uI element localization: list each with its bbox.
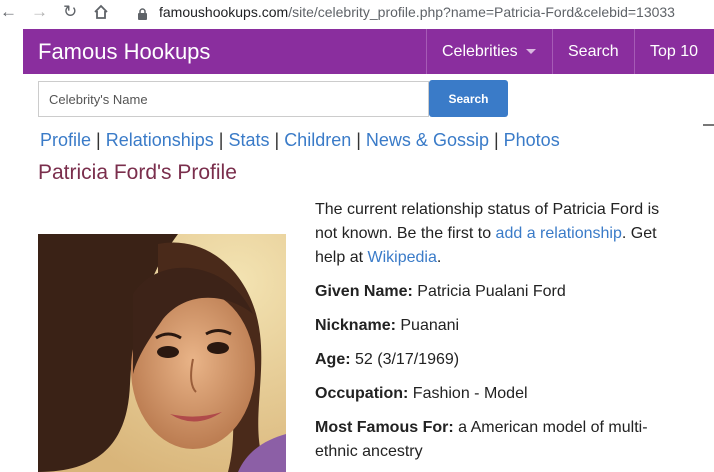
field-label: Occupation:	[315, 385, 409, 402]
nav-celebrities[interactable]: Celebrities	[426, 29, 553, 74]
home-icon[interactable]	[93, 4, 109, 25]
tab-separator: |	[493, 130, 499, 150]
caret-down-icon	[525, 49, 536, 55]
tab-separator: |	[274, 130, 280, 150]
url-path: /site/celebrity_profile.php?name=Patrici…	[288, 4, 675, 20]
back-arrow-icon[interactable]: ←	[0, 2, 17, 22]
nav-top10-label: Top 10	[650, 43, 699, 60]
field-occupation: Occupation: Fashion - Model	[315, 382, 675, 406]
nav-celebrities-label: Celebrities	[442, 43, 518, 60]
celebrity-search-input[interactable]	[38, 81, 429, 117]
tab-relationships[interactable]: Relationships	[106, 130, 214, 150]
relationship-status: The current relationship status of Patri…	[315, 198, 675, 270]
tab-children[interactable]: Children	[284, 130, 351, 150]
tab-photos[interactable]: Photos	[504, 130, 560, 150]
tab-profile[interactable]: Profile	[40, 130, 91, 150]
nav-search-label: Search	[568, 43, 619, 60]
tab-news-gossip[interactable]: News & Gossip	[366, 130, 489, 150]
field-value: Fashion - Model	[412, 385, 528, 402]
tab-separator: |	[356, 130, 361, 150]
tab-separator: |	[218, 130, 224, 150]
field-label: Given Name:	[315, 283, 413, 300]
profile-details: The current relationship status of Patri…	[315, 198, 675, 464]
forward-arrow-icon[interactable]: →	[31, 2, 48, 22]
profile-photo	[38, 234, 286, 472]
reload-icon[interactable]: ↻	[63, 2, 77, 22]
site-navbar: Famous Hookups Celebrities Search Top 10	[23, 29, 714, 74]
site-brand[interactable]: Famous Hookups	[38, 39, 210, 65]
address-bar[interactable]: famoushookups.com/site/celebrity_profile…	[159, 4, 675, 20]
wikipedia-link[interactable]: Wikipedia	[367, 249, 436, 266]
field-label: Most Famous For:	[315, 419, 454, 436]
tab-separator: |	[96, 130, 101, 150]
browser-toolbar: ← → ↻ famoushookups.com/site/celebrity_p…	[0, 0, 714, 26]
collapse-dash-icon[interactable]	[703, 124, 714, 126]
profile-tabs: Profile | Relationships | Stats | Children | New…	[40, 130, 560, 151]
field-value: Puanani	[400, 317, 460, 334]
field-nickname: Nickname: Puanani	[315, 314, 675, 338]
field-age: Age: 52 (3/17/1969)	[315, 348, 675, 372]
field-label: Nickname:	[315, 317, 396, 334]
page-title: Patricia Ford's Profile	[38, 161, 237, 184]
url-host: famoushookups.com	[159, 4, 289, 20]
field-value: Patricia Pualani Ford	[417, 283, 566, 300]
field-most-famous-for: Most Famous For: a American model of mul…	[315, 416, 675, 464]
search-button[interactable]: Search	[429, 80, 508, 117]
nav-top10[interactable]: Top 10	[634, 29, 714, 74]
add-relationship-link[interactable]: add a relationship	[496, 225, 622, 242]
lock-icon	[138, 7, 147, 20]
status-text: .	[436, 249, 442, 266]
field-value: 52 (3/17/1969)	[355, 351, 460, 368]
nav-search[interactable]: Search	[552, 29, 635, 74]
field-label: Age:	[315, 351, 351, 368]
tab-stats[interactable]: Stats	[228, 130, 269, 150]
field-given-name: Given Name: Patricia Pualani Ford	[315, 280, 675, 304]
